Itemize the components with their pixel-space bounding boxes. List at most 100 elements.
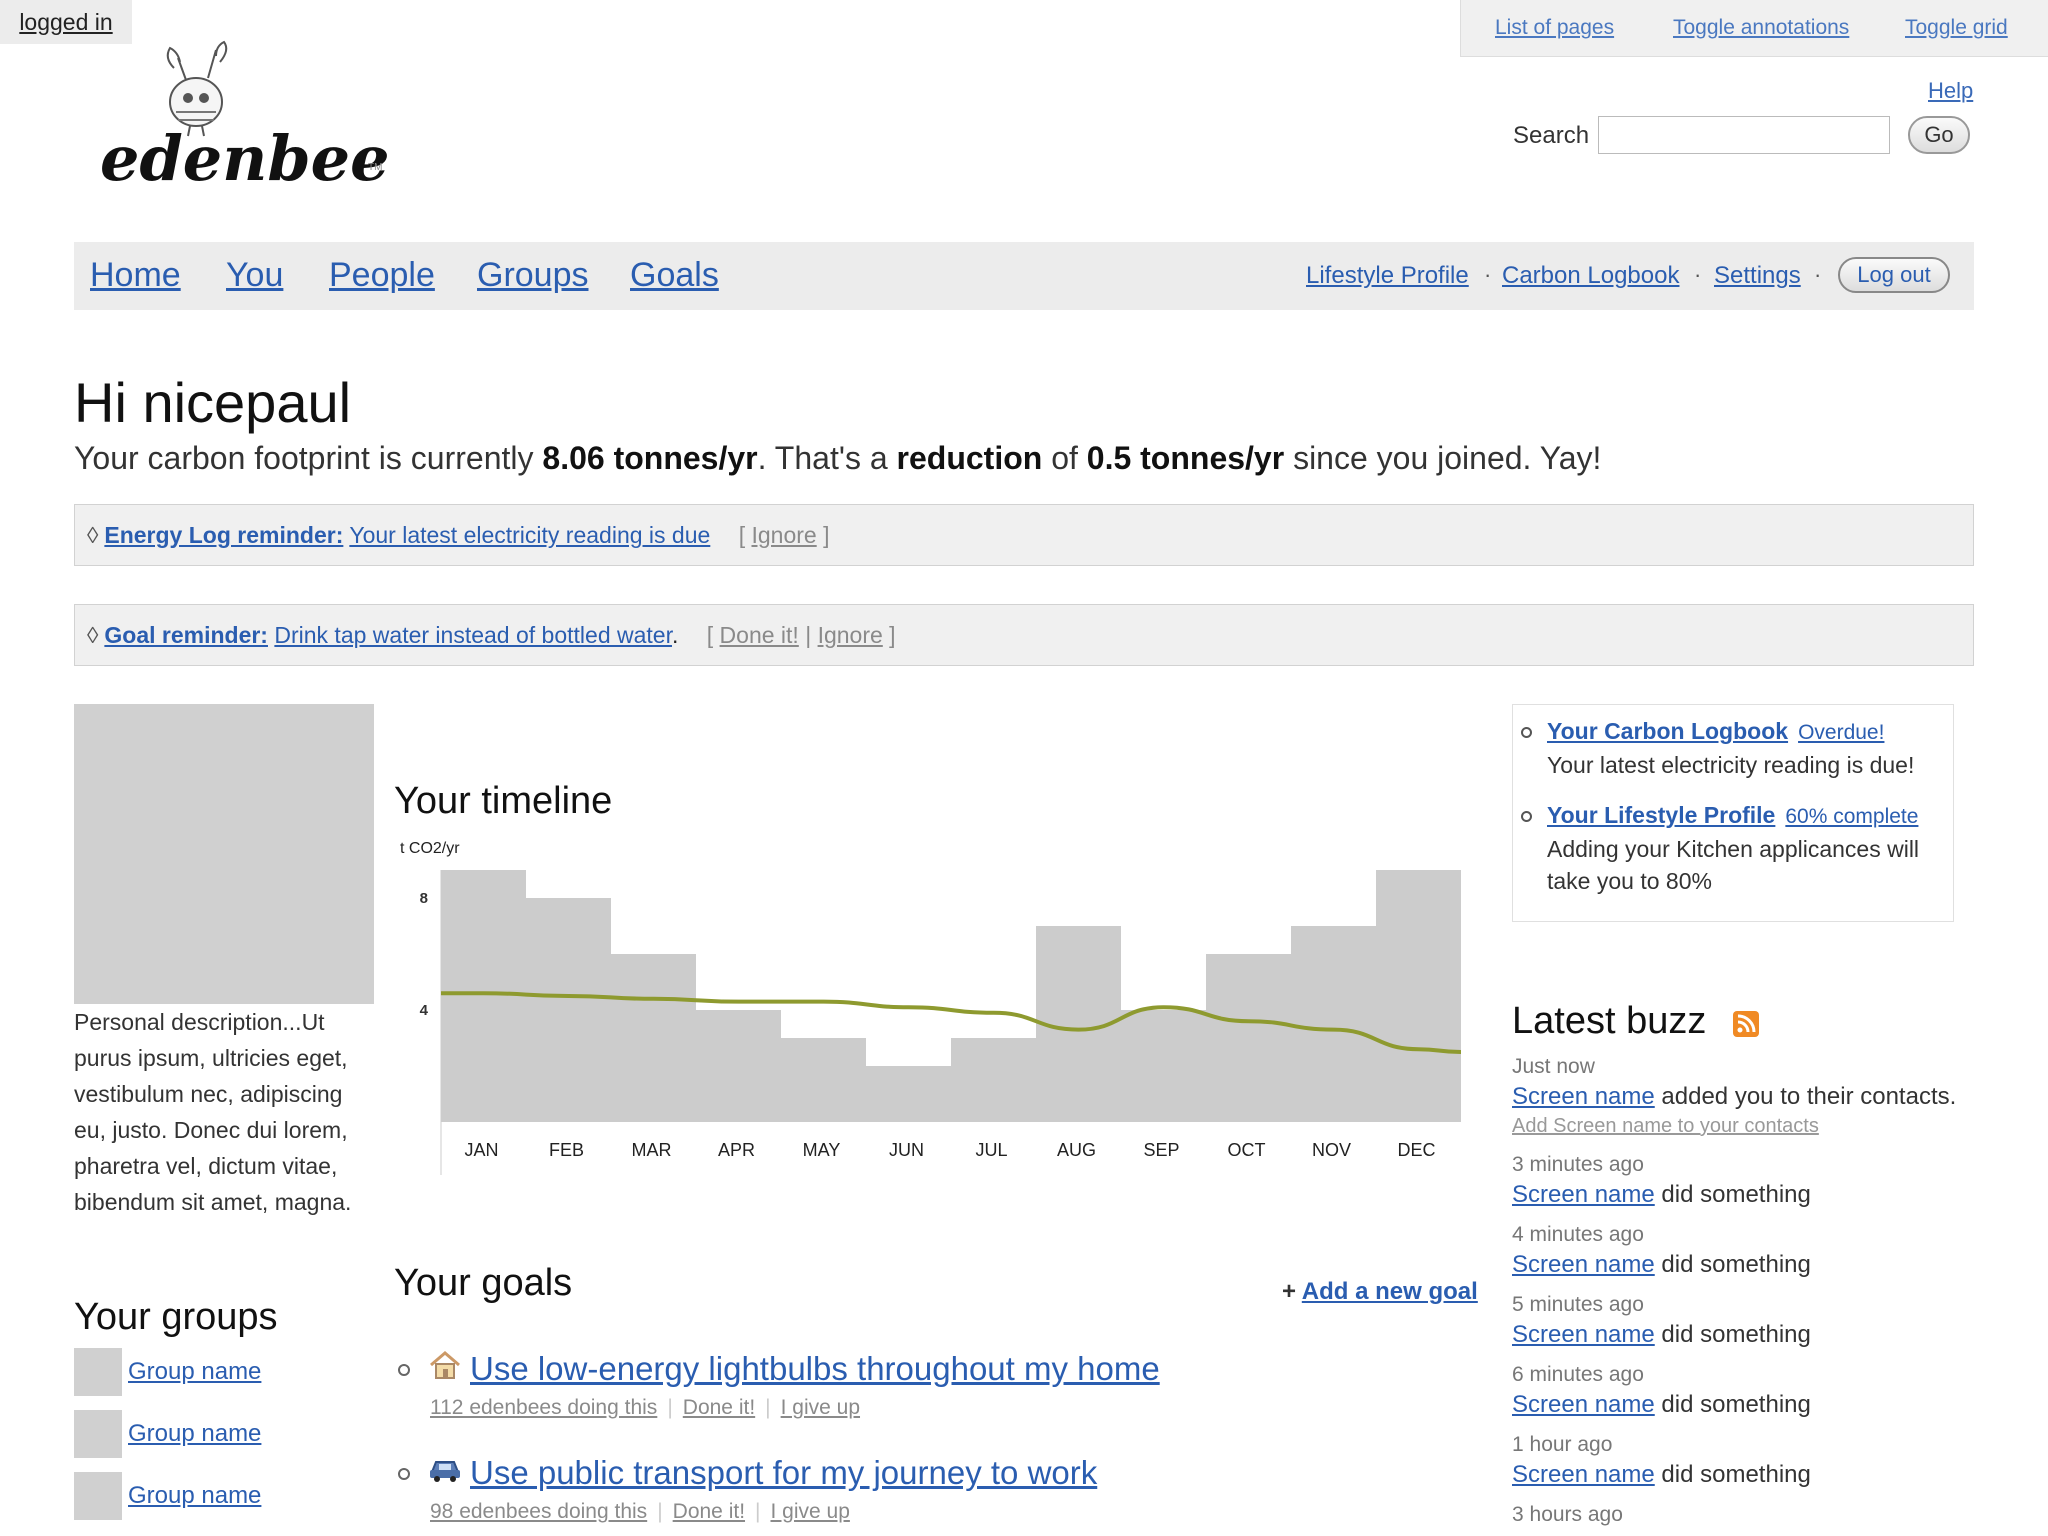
x-tick-label: JAN	[464, 1140, 498, 1160]
screen-name-link[interactable]: Screen name	[1512, 1461, 1655, 1488]
nav-settings[interactable]: Settings	[1714, 262, 1801, 290]
svg-text:edenbee: edenbee	[100, 122, 390, 190]
goal-title-link[interactable]: Use low-energy lightbulbs throughout my …	[470, 1350, 1160, 1388]
goal-give-up-button[interactable]: I give up	[771, 1500, 850, 1523]
group-thumbnail	[74, 1348, 122, 1396]
carbon-logbook-link[interactable]: Your Carbon Logbook	[1547, 718, 1788, 744]
reminder-text-link[interactable]: Drink tap water instead of bottled water	[274, 622, 672, 648]
done-it-button[interactable]: Done it!	[720, 622, 799, 648]
group-name-link[interactable]: Group name	[128, 1482, 261, 1510]
list-of-pages-link[interactable]: List of pages	[1495, 16, 1614, 40]
nav-separator: ·	[1694, 262, 1702, 287]
goal-done-button[interactable]: Done it!	[673, 1500, 745, 1523]
help-link[interactable]: Help	[1928, 78, 1973, 104]
group-item[interactable]: Group name	[74, 1410, 374, 1458]
reminder-label[interactable]: Goal reminder:	[104, 622, 268, 648]
x-tick-label: FEB	[549, 1140, 584, 1160]
edenbee-logo[interactable]: edenbee TM	[96, 40, 396, 195]
main-nav: Home You People Groups Goals Lifestyle P…	[74, 242, 1974, 310]
nav-groups[interactable]: Groups	[477, 256, 589, 295]
ignore-button[interactable]: Ignore	[818, 622, 883, 648]
buzz-time: Just now	[1512, 1055, 1595, 1078]
bar-may	[781, 1038, 866, 1122]
svg-text:TM: TM	[368, 162, 382, 173]
bar-sep	[1121, 1010, 1206, 1122]
bullet-icon	[398, 1468, 410, 1480]
goal-reminder: ◊ Goal reminder: Drink tap water instead …	[74, 604, 1974, 666]
nav-people[interactable]: People	[329, 256, 435, 295]
x-tick-label: MAY	[803, 1140, 841, 1160]
x-tick-label: DEC	[1397, 1140, 1435, 1160]
bar-feb	[526, 898, 611, 1122]
group-item[interactable]: Group name	[74, 1472, 374, 1520]
bar-jun	[866, 1066, 951, 1122]
toggle-annotations-link[interactable]: Toggle annotations	[1673, 16, 1849, 40]
buzz-item: 3 minutes ago Screen name did something	[1512, 1153, 1811, 1208]
x-tick-label: JUN	[889, 1140, 924, 1160]
screen-name-link[interactable]: Screen name	[1512, 1251, 1655, 1278]
buzz-title: Latest buzz	[1512, 1000, 1707, 1042]
bar-jan	[441, 870, 526, 1122]
status-badge[interactable]: Overdue!	[1798, 721, 1884, 744]
ignore-button[interactable]: Ignore	[751, 522, 816, 548]
go-button[interactable]: Go	[1908, 116, 1970, 154]
group-name-link[interactable]: Group name	[128, 1420, 261, 1448]
x-tick-label: JUL	[975, 1140, 1007, 1160]
add-contact-link[interactable]: Add Screen name to your contacts	[1512, 1112, 2032, 1140]
bar-oct	[1206, 954, 1291, 1122]
group-name-link[interactable]: Group name	[128, 1358, 261, 1386]
reduction-value: 0.5 tonnes/yr	[1086, 440, 1285, 476]
lifestyle-profile-link[interactable]: Your Lifestyle Profile	[1547, 802, 1775, 828]
goals-title: Your goals	[394, 1262, 573, 1304]
add-goal-link[interactable]: + Add a new goal	[1282, 1278, 1478, 1306]
house-icon	[428, 1350, 462, 1387]
screen-name-link[interactable]: Screen name	[1512, 1083, 1655, 1110]
status-item: Your Lifestyle Profile 60% complete Addin…	[1547, 802, 1920, 894]
energy-log-reminder: ◊ Energy Log reminder: Your latest electr…	[74, 504, 1974, 566]
bar-dec	[1376, 870, 1461, 1122]
screen-name-link[interactable]: Screen name	[1512, 1321, 1655, 1348]
x-tick-label: AUG	[1057, 1140, 1096, 1160]
toggle-grid-link[interactable]: Toggle grid	[1905, 16, 2008, 40]
group-item[interactable]: Group name	[74, 1348, 374, 1396]
footprint-value: 8.06 tonnes/yr	[542, 440, 758, 476]
nav-you[interactable]: You	[226, 256, 283, 295]
bullet-icon	[398, 1364, 410, 1376]
screen-name-link[interactable]: Screen name	[1512, 1181, 1655, 1208]
bar-nov	[1291, 926, 1376, 1122]
avatar	[74, 704, 374, 1004]
y-axis-label: t CO2/yr	[400, 840, 460, 857]
bar-apr	[696, 1010, 781, 1122]
personal-description: Personal description...Ut purus ipsum, u…	[74, 1009, 352, 1215]
reminder-text-link[interactable]: Your latest electricity reading is due	[349, 522, 710, 548]
status-badge[interactable]: 60% complete	[1785, 805, 1918, 828]
buzz-item: 3 hours ago	[1512, 1503, 1623, 1526]
goal-participants-link[interactable]: 112 edenbees doing this	[430, 1396, 657, 1419]
logout-button[interactable]: Log out	[1838, 257, 1950, 293]
bar-mar	[611, 954, 696, 1122]
screen-name-link[interactable]: Screen name	[1512, 1391, 1655, 1418]
nav-carbon-logbook[interactable]: Carbon Logbook	[1502, 262, 1679, 290]
profile-status-box: Your Carbon Logbook Overdue! Your latest …	[1512, 704, 1954, 922]
rss-icon[interactable]	[1733, 1011, 1759, 1037]
logged-in-badge: logged in	[0, 0, 132, 44]
goal-title-link[interactable]: Use public transport for my journey to w…	[470, 1454, 1097, 1492]
nav-goals[interactable]: Goals	[630, 256, 719, 295]
x-tick-label: SEP	[1143, 1140, 1179, 1160]
group-thumbnail	[74, 1472, 122, 1520]
bullet-icon	[1521, 727, 1532, 738]
goal-done-button[interactable]: Done it!	[683, 1396, 755, 1419]
nav-lifestyle-profile[interactable]: Lifestyle Profile	[1306, 262, 1469, 290]
x-tick-label: OCT	[1228, 1140, 1266, 1160]
x-tick-label: NOV	[1312, 1140, 1351, 1160]
nav-home[interactable]: Home	[90, 256, 181, 295]
goal-participants-link[interactable]: 98 edenbees doing this	[430, 1500, 647, 1523]
goal-give-up-button[interactable]: I give up	[781, 1396, 860, 1419]
x-tick-label: APR	[718, 1140, 755, 1160]
search-input[interactable]	[1598, 116, 1890, 154]
reminder-label[interactable]: Energy Log reminder:	[104, 522, 343, 548]
nav-separator: ·	[1814, 262, 1822, 287]
buzz-item: 6 minutes ago Screen name did something	[1512, 1363, 1811, 1418]
search-label: Search	[1513, 122, 1590, 149]
x-tick-label: MAR	[632, 1140, 672, 1160]
